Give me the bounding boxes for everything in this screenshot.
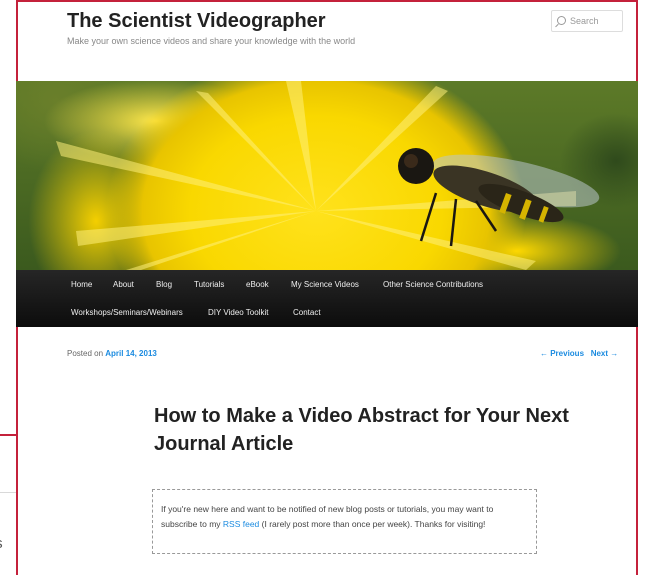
nav-other-science-contributions[interactable]: Other Science Contributions xyxy=(383,280,483,289)
nav-my-science-videos[interactable]: My Science Videos xyxy=(291,280,359,289)
site-title[interactable]: The Scientist Videographer xyxy=(67,10,326,33)
nav-about[interactable]: About xyxy=(113,280,134,289)
site-tagline: Make your own science videos and share y… xyxy=(67,36,356,46)
search-placeholder: Search xyxy=(570,16,599,26)
subscribe-notice: If you're new here and want to be notifi… xyxy=(152,489,537,554)
background-window-text: ts xyxy=(0,533,16,555)
hoverfly-illustration xyxy=(56,81,600,270)
post-date-link[interactable]: April 14, 2013 xyxy=(105,349,157,358)
post-meta: Posted on April 14, 2013 xyxy=(67,349,157,358)
nav-home[interactable]: Home xyxy=(71,280,92,289)
nav-contact[interactable]: Contact xyxy=(293,308,321,317)
notice-text-after: (I rarely post more than once per week).… xyxy=(259,518,486,529)
previous-post-link[interactable]: ← Previous xyxy=(540,349,584,358)
nav-ebook[interactable]: eBook xyxy=(246,280,269,289)
search-icon xyxy=(557,16,566,25)
background-window-divider xyxy=(0,434,16,436)
main-navigation: Home About Blog Tutorials eBook My Scien… xyxy=(16,270,638,327)
rss-feed-link[interactable]: RSS feed xyxy=(223,519,259,529)
post-title: How to Make a Video Abstract for Your Ne… xyxy=(154,405,569,455)
nav-workshops[interactable]: Workshops/Seminars/Webinars xyxy=(71,308,183,317)
post-navigation: ← Previous Next → xyxy=(540,349,618,358)
nav-tutorials[interactable]: Tutorials xyxy=(194,280,224,289)
nav-blog[interactable]: Blog xyxy=(156,280,172,289)
background-window-rule xyxy=(0,492,16,493)
nav-diy-video-toolkit[interactable]: DIY Video Toolkit xyxy=(208,308,268,317)
search-input[interactable]: Search xyxy=(551,10,623,32)
header-image xyxy=(16,81,638,270)
posted-on-label: Posted on xyxy=(67,349,104,358)
next-post-link[interactable]: Next → xyxy=(591,349,619,358)
